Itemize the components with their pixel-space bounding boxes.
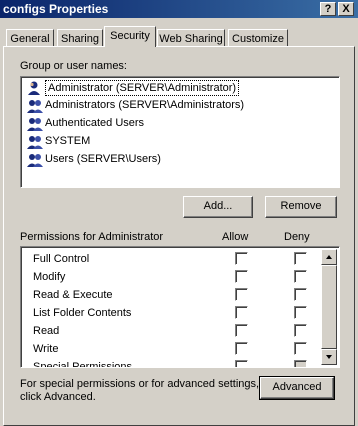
allow-checkbox[interactable]	[235, 288, 248, 301]
permissions-header: Permissions for Administrator	[20, 231, 164, 243]
advanced-info-line-1: For special permissions or for advanced …	[20, 378, 260, 390]
user-icon	[28, 81, 40, 95]
advanced-button[interactable]: Advanced	[259, 376, 335, 400]
permissions-list[interactable]: Full Control Modify Read & Execute List …	[20, 246, 340, 368]
help-button[interactable]: ?	[320, 2, 336, 16]
permission-name: Read	[33, 325, 60, 337]
tab-web-sharing[interactable]: Web Sharing	[157, 29, 225, 47]
list-item[interactable]: Authenticated Users	[23, 115, 333, 133]
permission-name: Modify	[33, 271, 66, 283]
users-list[interactable]: Administrator (SERVER\Administrator) Adm…	[20, 76, 340, 188]
group-icon	[27, 136, 43, 149]
arrow-down-icon	[326, 355, 332, 359]
deny-checkbox[interactable]	[294, 342, 307, 355]
deny-checkbox[interactable]	[294, 324, 307, 337]
deny-checkbox[interactable]	[294, 270, 307, 283]
window-title: configs Properties	[3, 2, 109, 16]
remove-button[interactable]: Remove	[265, 196, 337, 218]
scroll-thumb[interactable]	[321, 265, 337, 349]
user-name: Administrators (SERVER\Administrators)	[45, 99, 245, 111]
list-item[interactable]: SYSTEM	[23, 133, 333, 151]
add-button[interactable]: Add...	[183, 196, 253, 218]
group-icon	[27, 118, 43, 131]
permission-name: Special Permissions	[33, 361, 133, 368]
user-name: SYSTEM	[45, 135, 91, 147]
allow-column-header: Allow	[222, 231, 249, 243]
close-button[interactable]: X	[338, 2, 354, 16]
deny-column-header: Deny	[284, 231, 310, 243]
permissions-scrollbar[interactable]	[321, 249, 337, 365]
deny-checkbox[interactable]	[294, 252, 307, 265]
permission-name: Full Control	[33, 253, 90, 265]
permission-name: Read & Execute	[33, 289, 113, 301]
list-item[interactable]: Administrators (SERVER\Administrators)	[23, 97, 333, 115]
group-icon	[27, 100, 43, 113]
allow-checkbox[interactable]	[235, 342, 248, 355]
user-name: Administrator (SERVER\Administrator)	[45, 80, 240, 96]
deny-checkbox[interactable]	[294, 360, 307, 367]
deny-checkbox[interactable]	[294, 306, 307, 319]
list-item[interactable]: Administrator (SERVER\Administrator)	[23, 79, 333, 97]
allow-checkbox[interactable]	[235, 360, 248, 367]
permission-name: Write	[33, 343, 59, 355]
deny-checkbox[interactable]	[294, 288, 307, 301]
tab-sharing[interactable]: Sharing	[57, 29, 103, 47]
permission-name: List Folder Contents	[33, 307, 132, 319]
scroll-down-button[interactable]	[321, 349, 337, 365]
table-row: Modify	[23, 268, 317, 286]
users-label: Group or user names:	[20, 60, 127, 72]
advanced-info-line-2: click Advanced.	[20, 391, 96, 403]
arrow-up-icon	[326, 255, 332, 259]
table-row: Read & Execute	[23, 286, 317, 304]
allow-checkbox[interactable]	[235, 324, 248, 337]
table-row: Write	[23, 340, 317, 358]
table-row: List Folder Contents	[23, 304, 317, 322]
list-item[interactable]: Users (SERVER\Users)	[23, 151, 333, 169]
tab-security[interactable]: Security	[104, 26, 156, 47]
group-icon	[27, 154, 43, 167]
table-row: Read	[23, 322, 317, 340]
user-name: Authenticated Users	[45, 117, 145, 129]
table-row: Full Control	[23, 250, 317, 268]
allow-checkbox[interactable]	[235, 252, 248, 265]
table-row: Special Permissions	[23, 358, 317, 368]
tab-customize[interactable]: Customize	[228, 29, 288, 47]
title-bar[interactable]: configs Properties ? X	[0, 0, 358, 18]
allow-checkbox[interactable]	[235, 306, 248, 319]
tab-general[interactable]: General	[6, 29, 54, 47]
user-name: Users (SERVER\Users)	[45, 153, 161, 165]
allow-checkbox[interactable]	[235, 270, 248, 283]
scroll-up-button[interactable]	[321, 249, 337, 265]
